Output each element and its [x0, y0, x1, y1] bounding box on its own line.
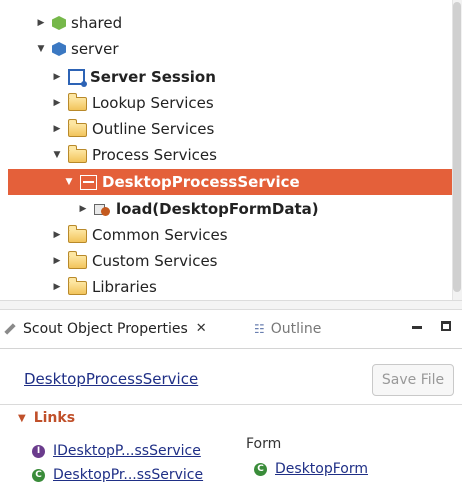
interface-link[interactable]: IDesktopP...ssService	[53, 443, 201, 459]
tree-item-libraries[interactable]: ▶ Libraries	[52, 274, 157, 300]
form-label: Form	[246, 436, 282, 452]
session-icon	[68, 69, 87, 87]
link-form: C DesktopForm	[254, 461, 368, 477]
maximize-icon[interactable]	[441, 321, 451, 331]
folder-icon	[68, 145, 87, 163]
folder-icon	[68, 277, 87, 295]
service-icon	[80, 174, 97, 190]
tree-item-server[interactable]: ▼ server	[36, 36, 119, 62]
folder-icon	[68, 225, 87, 243]
expand-arrow-icon[interactable]: ▶	[52, 274, 62, 300]
tree-item-process-services[interactable]: ▼ Process Services	[52, 142, 217, 168]
section-divider	[0, 404, 462, 405]
tree-item-label: Outline Services	[92, 120, 215, 138]
tree-item-label: DesktopProcessService	[102, 173, 300, 191]
class-link[interactable]: DesktopPr...ssService	[53, 467, 203, 483]
minimize-icon[interactable]	[412, 326, 422, 329]
tree-item-label: Process Services	[92, 146, 217, 164]
expand-arrow-icon[interactable]: ▶	[78, 196, 88, 222]
tree-item-label: Server Session	[90, 68, 216, 86]
tree-item-label: server	[71, 40, 119, 58]
tree-item-custom-services[interactable]: ▶ Custom Services	[52, 248, 218, 274]
tab-outline[interactable]: ☷ Outline	[254, 310, 321, 348]
view-tab-bar: Scout Object Properties ✕ ☷ Outline	[0, 310, 462, 349]
pencil-icon	[4, 323, 16, 335]
collapse-arrow-icon[interactable]: ▼	[64, 169, 74, 195]
tree-item-shared[interactable]: ▶ shared	[36, 10, 123, 36]
interface-icon: I	[32, 444, 45, 458]
tree-item-label: Lookup Services	[92, 94, 214, 112]
folder-icon	[68, 119, 87, 137]
expand-arrow-icon[interactable]: ▶	[52, 248, 62, 274]
tree-item-lookup-services[interactable]: ▶ Lookup Services	[52, 90, 214, 116]
package-icon	[52, 16, 66, 30]
folder-icon	[68, 93, 87, 111]
form-link[interactable]: DesktopForm	[275, 461, 368, 477]
tree-item-server-session[interactable]: ▶ Server Session	[52, 64, 216, 90]
collapse-arrow-icon[interactable]: ▼	[52, 142, 62, 168]
tab-label: Outline	[270, 321, 322, 337]
links-header-label: Links	[33, 410, 76, 426]
tree-item-outline-services[interactable]: ▶ Outline Services	[52, 116, 214, 142]
tree-scrollbar-thumb[interactable]	[453, 2, 461, 292]
link-interface: I IDesktopP...ssService	[32, 443, 201, 459]
expand-arrow-icon[interactable]: ▶	[36, 10, 46, 36]
tree-item-label: Libraries	[92, 278, 157, 296]
tab-label: Scout Object Properties	[23, 321, 188, 337]
class-icon: C	[254, 462, 267, 476]
tree-item-label: Common Services	[92, 226, 228, 244]
view-divider[interactable]	[0, 300, 462, 310]
tree-item-common-services[interactable]: ▶ Common Services	[52, 222, 228, 248]
close-icon[interactable]: ✕	[196, 310, 207, 348]
class-icon: C	[32, 468, 45, 482]
project-tree: ▶ shared ▼ server ▶ Server Session ▶ Loo…	[0, 0, 452, 300]
expand-arrow-icon[interactable]: ▶	[52, 222, 62, 248]
tree-item-desktop-process-service[interactable]: ▼ DesktopProcessService	[8, 169, 452, 195]
link-class: C DesktopPr...ssService	[32, 467, 203, 483]
expand-arrow-icon[interactable]: ▶	[52, 116, 62, 142]
outline-icon: ☷	[254, 322, 265, 336]
tree-item-load-method[interactable]: ▶ load(DesktopFormData)	[78, 196, 319, 222]
save-file-button[interactable]: Save File	[372, 364, 454, 396]
tab-scout-object-properties[interactable]: Scout Object Properties ✕	[4, 310, 207, 348]
expand-arrow-icon[interactable]: ▶	[52, 90, 62, 116]
tree-item-label: shared	[71, 14, 123, 32]
tree-item-label: Custom Services	[92, 252, 218, 270]
collapse-arrow-icon[interactable]: ▼	[36, 36, 46, 62]
object-title-link[interactable]: DesktopProcessService	[24, 370, 198, 388]
method-icon	[94, 202, 111, 216]
folder-icon	[68, 251, 87, 269]
package-icon	[52, 42, 66, 56]
expand-arrow-icon[interactable]: ▶	[52, 64, 62, 90]
collapse-arrow-icon: ▼	[18, 412, 26, 424]
links-section-header[interactable]: ▼ Links	[18, 410, 75, 426]
tree-item-label: load(DesktopFormData)	[116, 200, 319, 218]
